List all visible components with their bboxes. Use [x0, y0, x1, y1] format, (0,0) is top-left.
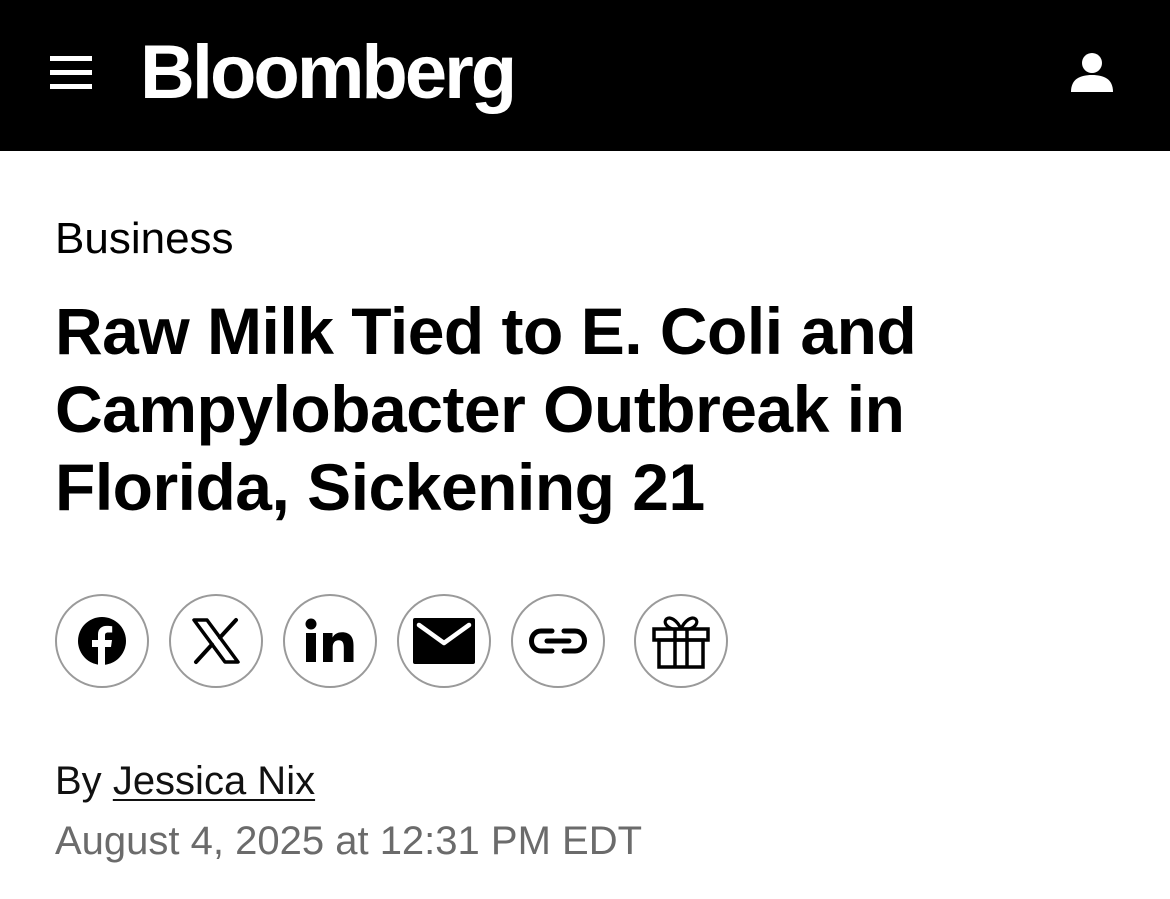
user-account-icon[interactable] — [1068, 48, 1116, 98]
gift-article-button[interactable] — [634, 594, 728, 688]
share-x-button[interactable] — [169, 594, 263, 688]
copy-link-button[interactable] — [511, 594, 605, 688]
top-navigation-bar: Bloomberg — [0, 0, 1170, 151]
linkedin-icon — [305, 618, 354, 662]
bloomberg-logo[interactable]: Bloomberg — [140, 28, 517, 118]
article-headline: Raw Milk Tied to E. Coli and Campylobact… — [55, 294, 917, 524]
byline-prefix: By — [55, 759, 102, 803]
publish-date: August 4, 2025 at 12:31 PM EDT — [55, 819, 643, 863]
email-icon — [413, 618, 475, 664]
share-email-button[interactable] — [397, 594, 491, 688]
byline: By Jessica Nix — [55, 756, 315, 806]
section-label[interactable]: Business — [55, 212, 234, 266]
facebook-icon — [78, 617, 126, 667]
share-facebook-button[interactable] — [55, 594, 149, 688]
link-icon — [528, 628, 588, 654]
hamburger-menu-icon[interactable] — [50, 53, 94, 93]
author-link[interactable]: Jessica Nix — [113, 759, 315, 803]
share-linkedin-button[interactable] — [283, 594, 377, 688]
x-icon — [192, 618, 240, 664]
gift-icon — [652, 616, 710, 669]
